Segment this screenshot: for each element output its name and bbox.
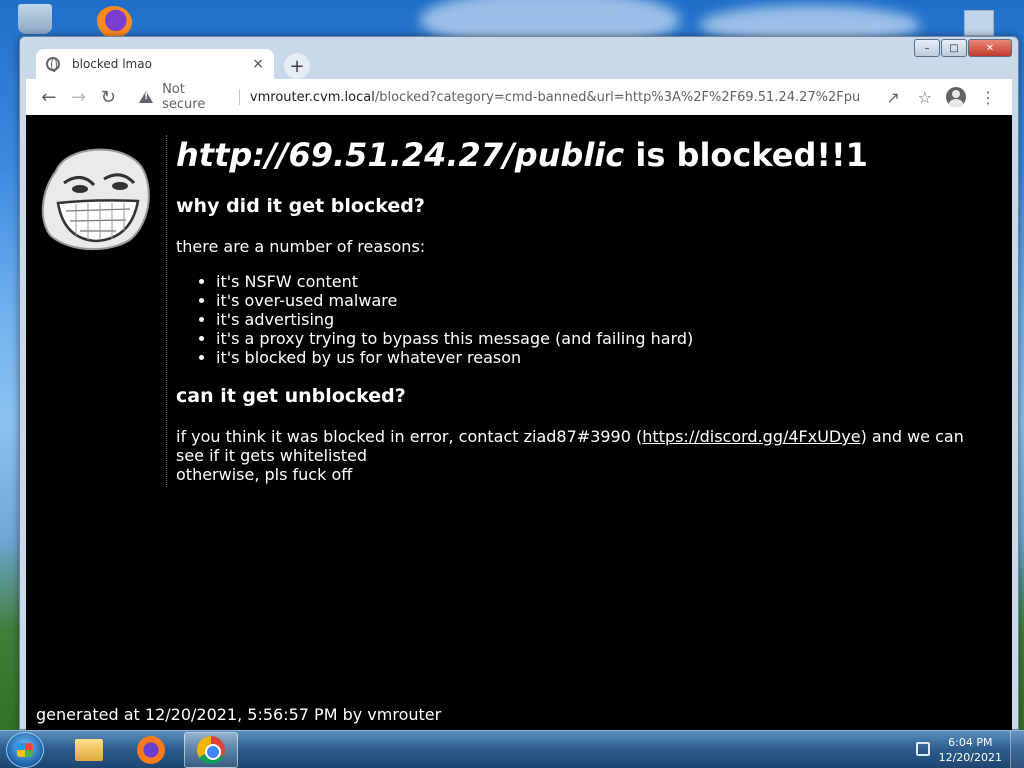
profile-button[interactable]: [941, 82, 973, 112]
contact-prefix: if you think it was blocked in error, co…: [176, 427, 643, 446]
reasons-intro: there are a number of reasons:: [176, 237, 426, 256]
browser-toolbar: ← → ↻ Not secure vmrouter.cvm.local /blo…: [26, 79, 1012, 115]
generated-footer: generated at 12/20/2021, 5:56:57 PM by v…: [36, 705, 442, 724]
maximize-button[interactable]: □: [941, 39, 967, 57]
start-button[interactable]: [6, 732, 44, 768]
taskbar-explorer[interactable]: [62, 732, 116, 768]
list-item: it's blocked by us for whatever reason: [216, 348, 991, 367]
address-divider: [238, 89, 240, 105]
list-item: it's NSFW content: [216, 272, 991, 291]
otherwise-text: otherwise, pls fuck off: [176, 465, 353, 484]
contact-text: if you think it was blocked in error, co…: [176, 427, 991, 465]
block-message: http://69.51.24.27/public is blocked!!1 …: [176, 133, 991, 484]
clock-date: 12/20/2021: [938, 751, 1002, 764]
blocked-url: http://69.51.24.27/public: [176, 136, 625, 174]
system-clock[interactable]: 6:04 PM 12/20/2021: [939, 735, 1002, 765]
window-controls: – □ ✕: [914, 39, 1012, 57]
list-item: it's advertising: [216, 310, 991, 329]
trollface-image: [41, 148, 150, 251]
warning-icon: [139, 91, 154, 103]
tab-blocked[interactable]: blocked lmao ×: [36, 49, 274, 79]
address-bar[interactable]: Not secure vmrouter.cvm.local /blocked?c…: [129, 82, 870, 112]
new-tab-button[interactable]: +: [284, 53, 310, 79]
forward-icon[interactable]: →: [64, 82, 94, 112]
url-path: /blocked?category=cmd-banned&url=http%3A…: [374, 89, 860, 105]
menu-kebab-icon[interactable]: ⋮: [972, 82, 1004, 112]
list-item: it's over-used malware: [216, 291, 991, 310]
close-window-button[interactable]: ✕: [968, 39, 1012, 57]
desktop-file-icon[interactable]: [964, 10, 994, 36]
url-host: vmrouter.cvm.local: [249, 89, 375, 105]
why-heading: why did it get blocked?: [176, 195, 425, 217]
taskbar: 6:04 PM 12/20/2021: [0, 730, 1024, 768]
content-divider: [166, 135, 167, 487]
globe-icon: [46, 57, 60, 72]
taskbar-firefox[interactable]: [124, 732, 178, 768]
firefox-icon: [137, 736, 165, 764]
tab-strip: blocked lmao × +: [26, 45, 888, 79]
taskbar-chrome[interactable]: [184, 732, 238, 768]
avatar-icon: [946, 87, 967, 107]
windows-logo-icon: [17, 743, 33, 757]
tab-title: blocked lmao: [72, 57, 152, 71]
clock-time: 6:04 PM: [948, 736, 993, 749]
page-title: http://69.51.24.27/public is blocked!!1: [176, 133, 991, 177]
network-icon[interactable]: [916, 742, 930, 756]
discord-link[interactable]: https://discord.gg/4FxUDye: [642, 427, 860, 446]
desktop-firefox-icon[interactable]: [96, 6, 132, 38]
bookmark-star-icon[interactable]: ☆: [909, 82, 941, 112]
chrome-icon: [197, 736, 225, 764]
tab-close-icon[interactable]: ×: [252, 56, 264, 72]
minimize-button[interactable]: –: [914, 39, 940, 57]
share-icon[interactable]: ↗: [877, 82, 909, 112]
back-icon[interactable]: ←: [34, 82, 64, 112]
reasons-list: it's NSFW content it's over-used malware…: [216, 272, 991, 367]
page-content: http://69.51.24.27/public is blocked!!1 …: [26, 115, 1012, 731]
title-suffix: is blocked!!1: [624, 136, 868, 174]
list-item: it's a proxy trying to bypass this messa…: [216, 329, 991, 348]
security-label[interactable]: Not secure: [162, 82, 229, 112]
unblock-heading: can it get unblocked?: [176, 385, 406, 407]
reload-icon[interactable]: ↻: [93, 82, 123, 112]
folder-icon: [75, 739, 103, 761]
recycle-bin-icon[interactable]: [18, 4, 52, 34]
browser-window: – □ ✕ blocked lmao × + ← → ↻ Not secure …: [19, 36, 1019, 731]
show-desktop-button[interactable]: [1010, 731, 1024, 768]
